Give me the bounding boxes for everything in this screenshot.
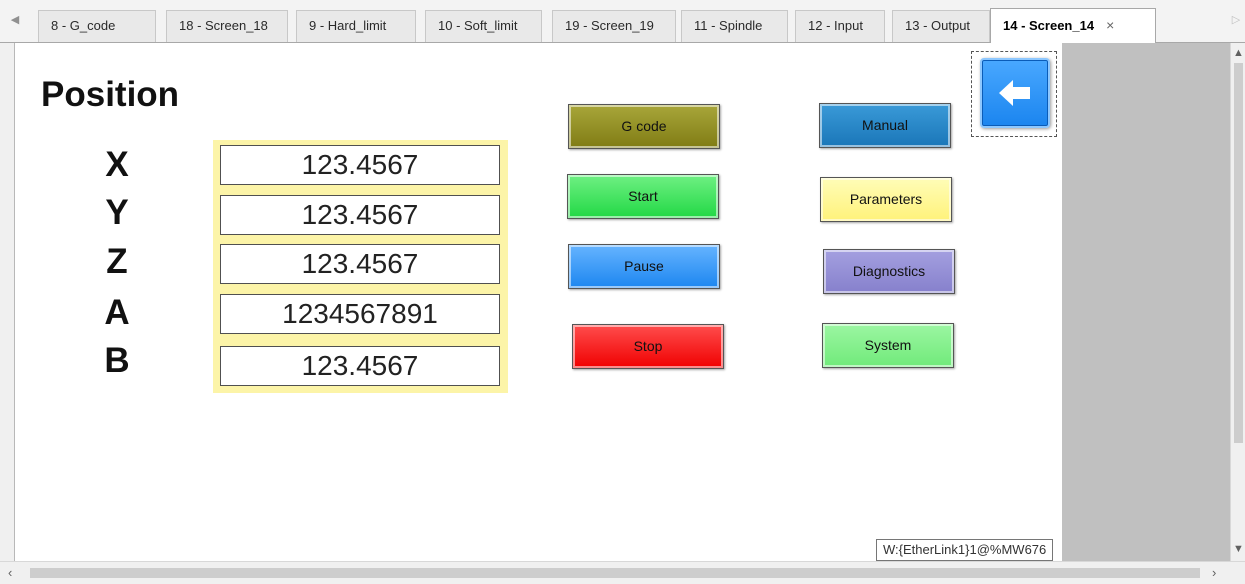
out-of-screen-area [1062,43,1230,561]
screen-canvas: Position X Y Z A B 123.4567 123.4567 123… [14,43,1063,561]
axis-label-x: X [105,145,129,184]
vertical-scroll-thumb[interactable] [1234,63,1243,443]
scroll-right-icon[interactable]: › [1212,565,1216,580]
tab-8-g-code[interactable]: 8 - G_code [38,10,156,42]
back-button[interactable] [980,58,1050,128]
g-code-button[interactable]: G code [568,104,720,149]
stop-button[interactable]: Stop [572,324,724,369]
scroll-down-icon[interactable]: ▼ [1233,543,1244,555]
tab-bar: ◀ 8 - G_code 18 - Screen_18 9 - Hard_lim… [0,0,1245,43]
axis-label-y: Y [105,193,129,232]
tab-scroll-left-icon[interactable]: ◀ [6,8,24,32]
tab-9-hard-limit[interactable]: 9 - Hard_limit [296,10,416,42]
left-arrow-icon [999,80,1030,106]
horizontal-scroll-thumb[interactable] [30,568,1200,578]
close-tab-icon[interactable]: × [1106,17,1114,33]
position-y-field[interactable]: 123.4567 [220,195,500,235]
tab-13-output[interactable]: 13 - Output [892,10,990,42]
tab-18-screen-18[interactable]: 18 - Screen_18 [166,10,288,42]
start-button[interactable]: Start [567,174,719,219]
parameters-button[interactable]: Parameters [820,177,952,222]
position-b-field[interactable]: 123.4567 [220,346,500,386]
page-title: Position [41,75,180,114]
tab-label: 10 - Soft_limit [438,18,518,33]
position-z-field[interactable]: 123.4567 [220,244,500,284]
tab-scroll-right-icon[interactable]: ▷ [1227,8,1245,32]
axis-label-z: Z [106,242,128,281]
position-x-field[interactable]: 123.4567 [220,145,500,185]
horizontal-scrollbar[interactable]: ‹ › [0,561,1245,584]
tab-14-screen-14[interactable]: 14 - Screen_14 × [990,8,1156,43]
tab-label: 9 - Hard_limit [309,18,387,33]
manual-button[interactable]: Manual [819,103,951,148]
tab-label: 11 - Spindle [694,18,763,33]
tab-11-spindle[interactable]: 11 - Spindle [681,10,788,42]
scroll-up-icon[interactable]: ▲ [1233,47,1244,59]
tab-12-input[interactable]: 12 - Input [795,10,885,42]
back-button-selection-frame [971,51,1057,137]
scroll-left-icon[interactable]: ‹ [8,565,12,580]
axis-label-b: B [104,341,130,380]
tab-19-screen-19[interactable]: 19 - Screen_19 [552,10,676,42]
tab-label: 19 - Screen_19 [565,18,654,33]
tab-label: 8 - G_code [51,18,116,33]
tab-10-soft-limit[interactable]: 10 - Soft_limit [425,10,542,42]
position-a-field[interactable]: 1234567891 [220,294,500,334]
tab-label: 14 - Screen_14 [1003,18,1095,33]
tooltip: W:{EtherLink1}1@%MW676 [876,539,1054,561]
tab-label: 12 - Input [808,18,863,33]
system-button[interactable]: System [822,323,954,368]
tab-label: 13 - Output [905,18,971,33]
vertical-scrollbar[interactable]: ▲ ▼ [1230,43,1245,561]
pause-button[interactable]: Pause [568,244,720,289]
diagnostics-button[interactable]: Diagnostics [823,249,955,294]
tab-label: 18 - Screen_18 [179,18,268,33]
axis-label-a: A [104,293,130,332]
position-value-panel: 123.4567 123.4567 123.4567 1234567891 12… [213,140,508,393]
